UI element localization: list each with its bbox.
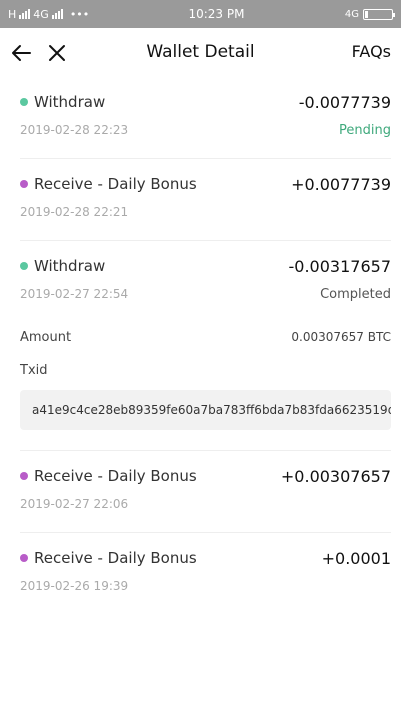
divider: [20, 450, 391, 451]
transaction-type: Receive - Daily Bonus: [20, 175, 197, 193]
battery-icon: [363, 8, 395, 20]
back-arrow-icon[interactable]: [10, 42, 32, 64]
close-icon[interactable]: [46, 42, 68, 64]
faqs-link[interactable]: FAQs: [352, 42, 391, 61]
transaction-row[interactable]: Receive - Daily Bonus +0.0001 2019-02-26…: [20, 546, 391, 596]
battery-fill: [365, 10, 368, 18]
txid-label: Txid: [20, 363, 48, 378]
transaction-row[interactable]: Receive - Daily Bonus +0.00307657 2019-0…: [20, 464, 391, 514]
transaction-type-label: Withdraw: [34, 93, 106, 111]
status-badge: Completed: [320, 286, 391, 302]
transaction-type-label: Receive - Daily Bonus: [34, 467, 197, 485]
divider: [20, 158, 391, 159]
transaction-date: 2019-02-27 22:06: [20, 497, 129, 511]
status-badge: Pending: [339, 122, 391, 138]
detail-amount-row: Amount 0.00307657 BTC: [20, 330, 391, 345]
divider: [20, 532, 391, 533]
transaction-date: 2019-02-27 22:54: [20, 287, 129, 301]
signal-icon-2: [51, 9, 63, 19]
receive-dot-icon: [20, 472, 28, 480]
status-left: H 4G •••: [8, 8, 128, 21]
nav-bar: Wallet Detail FAQs: [0, 28, 401, 78]
transaction-type: Receive - Daily Bonus: [20, 549, 197, 567]
transaction-date: 2019-02-28 22:23: [20, 123, 129, 137]
detail-amount-label: Amount: [20, 330, 72, 345]
transaction-amount: +0.0077739: [291, 174, 391, 194]
status-bar: H 4G ••• 10:23 PM 4G: [0, 0, 401, 28]
status-right: 4G: [344, 8, 395, 20]
transaction-row[interactable]: Withdraw -0.0077739 2019-02-28 22:23 Pen…: [20, 90, 391, 140]
txid-value[interactable]: a41e9c4ce28eb89359fe60a7ba783ff6bda7b83f…: [20, 390, 391, 430]
transaction-date: 2019-02-28 22:21: [20, 205, 129, 219]
divider: [20, 240, 391, 241]
carrier-label: H: [8, 7, 17, 21]
status-time: 10:23 PM: [188, 7, 245, 21]
transaction-amount: +0.00307657: [280, 466, 391, 486]
transaction-amount: -0.00317657: [288, 256, 391, 276]
transaction-type-label: Receive - Daily Bonus: [34, 549, 197, 567]
receive-dot-icon: [20, 554, 28, 562]
transaction-type-label: Receive - Daily Bonus: [34, 175, 197, 193]
receive-dot-icon: [20, 180, 28, 188]
transaction-amount: -0.0077739: [298, 92, 391, 112]
transaction-type: Withdraw: [20, 93, 105, 111]
transaction-date: 2019-02-26 19:39: [20, 579, 129, 593]
transaction-list: Withdraw -0.0077739 2019-02-28 22:23 Pen…: [0, 78, 401, 720]
transaction-amount: +0.0001: [321, 548, 391, 568]
transaction-type: Withdraw: [20, 257, 105, 275]
more-dots: •••: [69, 7, 90, 21]
withdraw-dot-icon: [20, 262, 28, 270]
network-label-right: 4G: [344, 8, 359, 20]
transaction-row[interactable]: Withdraw -0.00317657 2019-02-27 22:54 Co…: [20, 254, 391, 304]
withdraw-dot-icon: [20, 98, 28, 106]
detail-amount-value: 0.00307657 BTC: [291, 330, 391, 344]
transaction-type: Receive - Daily Bonus: [20, 467, 197, 485]
network-label: 4G: [33, 7, 49, 21]
transaction-type-label: Withdraw: [34, 257, 106, 275]
transaction-row[interactable]: Receive - Daily Bonus +0.0077739 2019-02…: [20, 172, 391, 222]
signal-icon: [19, 9, 31, 19]
